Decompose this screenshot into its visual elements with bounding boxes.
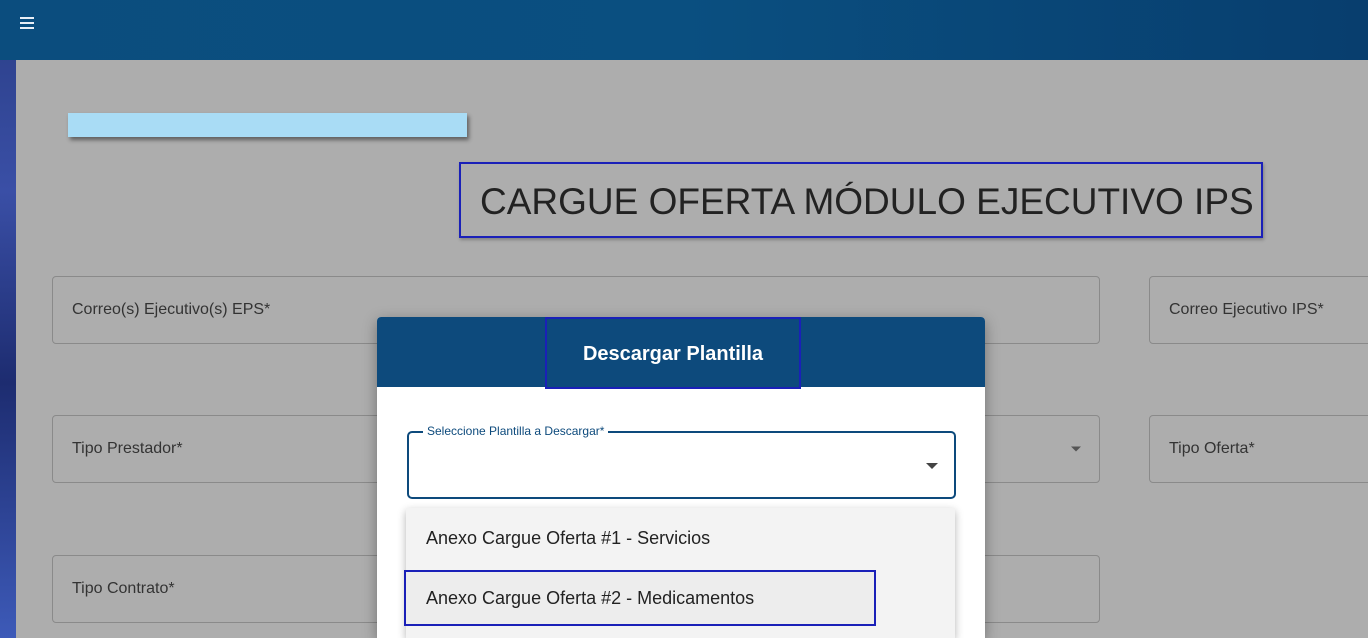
tipo-prestador-label: Tipo Prestador*	[72, 440, 183, 457]
dialog-header: Descargar Plantilla	[377, 317, 985, 389]
template-options-menu: Anexo Cargue Oferta #1 - Servicios Anexo…	[404, 508, 955, 638]
correo-ips-field[interactable]: Correo Ejecutivo IPS*	[1149, 276, 1368, 344]
template-select-label: Seleccione Plantilla a Descargar*	[423, 424, 609, 438]
correo-ips-label: Correo Ejecutivo IPS*	[1169, 301, 1324, 318]
top-app-bar	[0, 0, 1368, 60]
correo-eps-label: Correo(s) Ejecutivo(s) EPS*	[72, 301, 271, 318]
option-servicios[interactable]: Anexo Cargue Oferta #1 - Servicios	[406, 510, 955, 566]
chevron-down-icon[interactable]	[926, 463, 938, 469]
background-left-strip	[0, 0, 16, 638]
tipo-contrato-label: Tipo Contrato*	[72, 580, 175, 597]
template-select[interactable]: Seleccione Plantilla a Descargar*	[407, 424, 956, 499]
hamburger-icon[interactable]	[18, 14, 42, 34]
page-title: CARGUE OFERTA MÓDULO EJECUTIVO IPS	[459, 162, 1263, 238]
tipo-oferta-select[interactable]: Tipo Oferta*	[1149, 415, 1368, 483]
option-medicamentos[interactable]: Anexo Cargue Oferta #2 - Medicamentos	[404, 570, 876, 626]
accent-bar	[68, 113, 467, 137]
chevron-down-icon	[1071, 446, 1081, 452]
tipo-oferta-label: Tipo Oferta*	[1169, 440, 1255, 457]
dialog-title: Descargar Plantilla	[545, 317, 801, 389]
